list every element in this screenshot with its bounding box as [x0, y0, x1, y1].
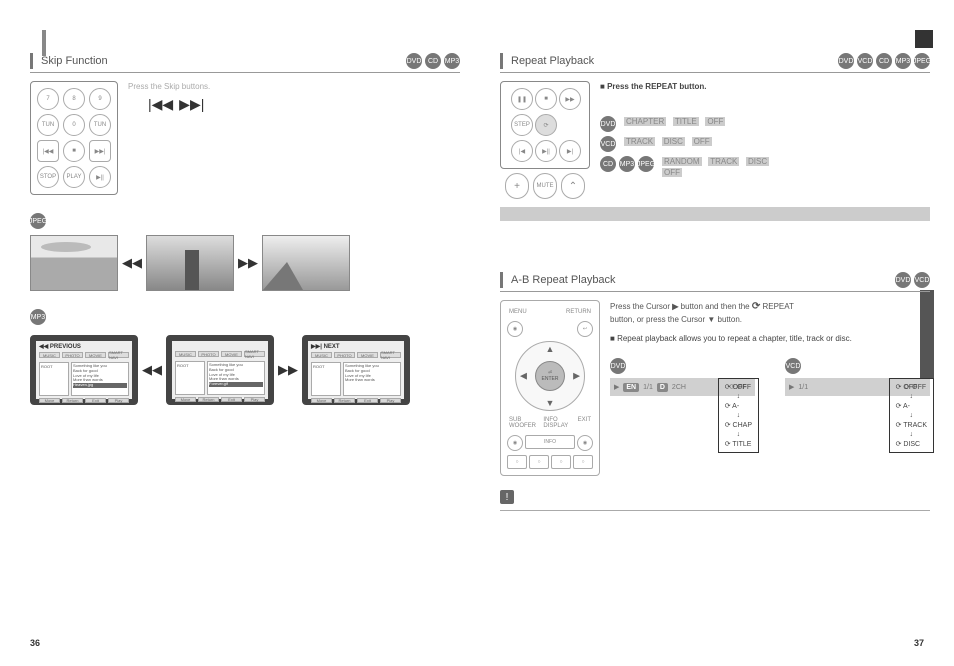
section-header-ab: A-B Repeat Playback DVD VCD [500, 269, 930, 292]
skip-row: 7 8 9 TUN 0 TUN |◀◀ ■ ▶▶| STOP PLAY ▶|| … [30, 81, 460, 195]
thumb-3 [262, 235, 350, 291]
dpad-up-icon[interactable]: ▲ [546, 344, 555, 354]
remote-prev[interactable]: |◀◀ [37, 140, 59, 162]
section-header-repeat: Repeat Playback DVD VCD CD MP3 JPEG [500, 50, 930, 73]
tab-movie: MOVIE [85, 352, 106, 358]
ch-up[interactable]: ⌃ [561, 173, 585, 199]
remote-next[interactable]: ▶▶| [89, 140, 111, 162]
remote-tune[interactable]: TUN [37, 114, 59, 136]
remote-step-r[interactable]: STEP [511, 114, 533, 136]
remote-play-r[interactable]: ▶|| [535, 140, 557, 162]
screen-strip: ◀◀ PREVIOUS MUSIC PHOTO MOVIE SMART NAVI… [30, 335, 460, 405]
tab-photo: PHOTO [62, 352, 83, 358]
badge-mp3-r: MP3 [895, 53, 911, 69]
remote-7[interactable]: 7 [37, 88, 59, 110]
badge-mp3: MP3 [444, 53, 460, 69]
remote-nav: MENURETURN ◉↩ ▲ ▼ ◀ ▶ ⏎ENTER SUB WOOFERI… [500, 300, 600, 476]
row-dvd: DVD [600, 116, 616, 132]
gray-divider [500, 207, 930, 221]
remote-stop[interactable]: STOP [37, 166, 59, 188]
return-btn[interactable]: ↩ [577, 321, 593, 337]
enter-btn[interactable]: ⏎ENTER [535, 361, 565, 391]
ab-step1: Press the Cursor ▶ button and then the ⟳… [610, 300, 930, 325]
folder-root: ROOT [39, 362, 69, 396]
flow-dvd-badge: DVD [610, 358, 626, 374]
subw-btn[interactable]: ◉ [507, 435, 523, 451]
disc-badges: DVD CD MP3 [406, 53, 460, 69]
menu-screen-prev: ◀◀ PREVIOUS MUSIC PHOTO MOVIE SMART NAVI… [30, 335, 138, 405]
remote-9[interactable]: 9 [89, 88, 111, 110]
dpad-left-icon[interactable]: ◀ [520, 371, 527, 382]
menu-btn[interactable]: ◉ [507, 321, 523, 337]
arrow-next-2: ▶▶ [278, 362, 298, 378]
badge-dvd-r: DVD [838, 53, 854, 69]
badge-vcd-r: VCD [857, 53, 873, 69]
badge-dvd: DVD [406, 53, 422, 69]
arrow-next-1: ▶▶ [238, 255, 258, 271]
thumb-1 [30, 235, 118, 291]
badge-mp3-note: MP3 [30, 309, 46, 325]
remote-tune2[interactable]: TUN [89, 114, 111, 136]
page-number-right: 37 [914, 638, 924, 648]
row-cd: CD [600, 156, 616, 172]
page-left: Skip Function DVD CD MP3 7 8 9 TUN 0 TUN… [30, 0, 460, 666]
vol-up[interactable]: + [505, 173, 529, 199]
flow-vcd-badge: VCD [785, 358, 801, 374]
mute[interactable]: MUTE [533, 173, 557, 199]
menu-screen-mid: MUSIC PHOTO MOVIE SMART NAVI ROOT Someth… [166, 335, 274, 405]
remote-stop-small[interactable]: ■ [63, 140, 85, 162]
remote-playback: ❚❚ ■ ▶▶ STEP ⟳ |◀ ▶|| ▶| [500, 81, 590, 169]
thumb-2 [146, 235, 234, 291]
remote-stop-r[interactable]: ■ [535, 88, 557, 110]
prev-label: ◀◀ PREVIOUS [36, 341, 132, 350]
file-list-2: Something like you Back for good Love of… [207, 361, 265, 395]
row-vcd: VCD [600, 136, 616, 152]
badge-jpeg-r: JPEG [914, 53, 930, 69]
skip-fwd-icon: ▶▶| [179, 96, 204, 113]
page-number-left: 36 [30, 638, 40, 648]
remote-pause[interactable]: ▶|| [89, 166, 111, 188]
remote-skip-b[interactable]: |◀ [511, 140, 533, 162]
ab-vcd: VCD [914, 272, 930, 288]
tab-navi: SMART NAVI [108, 352, 129, 358]
remote-0[interactable]: 0 [63, 114, 85, 136]
file-list-3: Something like you Back for good Love of… [343, 362, 401, 396]
info-btn[interactable]: INFO [525, 435, 575, 449]
next-label: ▶▶| NEXT [308, 341, 404, 350]
skip-back-icon: |◀◀ [148, 96, 173, 113]
dpad-right-icon[interactable]: ▶ [573, 371, 580, 382]
image-strip: ◀◀ ▶▶ [30, 235, 460, 291]
notice-icon: ! [500, 490, 514, 504]
ab-dvd: DVD [895, 272, 911, 288]
row-jpeg: JPEG [638, 156, 654, 172]
remote-skip-f[interactable]: ▶| [559, 140, 581, 162]
section-title: Skip Function [41, 55, 398, 67]
footer-line [500, 510, 930, 511]
badge-cd: CD [425, 53, 441, 69]
dpad-down-icon[interactable]: ▼ [546, 398, 555, 408]
remote-fast-r[interactable]: ▶▶ [559, 88, 581, 110]
remote-numeric: 7 8 9 TUN 0 TUN |◀◀ ■ ▶▶| STOP PLAY ▶|| [30, 81, 118, 195]
section-bar [30, 53, 33, 69]
dpad[interactable]: ▲ ▼ ◀ ▶ ⏎ENTER [515, 341, 585, 411]
section-header-skip: Skip Function DVD CD MP3 [30, 50, 460, 73]
menu-screen-next: ▶▶| NEXT MUSIC PHOTO MOVIE SMART NAVI RO… [302, 335, 410, 405]
tab-music: MUSIC [39, 352, 60, 358]
skip-instruction: Press the Skip buttons. [128, 81, 460, 92]
badge-jpeg-note: JPEG [30, 213, 46, 229]
badge-cd-r: CD [876, 53, 892, 69]
file-list-1: Something like you Back for good Love of… [71, 362, 129, 396]
remote-8[interactable]: 8 [63, 88, 85, 110]
remote-play[interactable]: PLAY [63, 166, 85, 188]
arrow-prev-1: ◀◀ [122, 255, 142, 271]
page-right: Repeat Playback DVD VCD CD MP3 JPEG ❚❚ ■… [500, 0, 930, 666]
remote-pause-r[interactable]: ❚❚ [511, 88, 533, 110]
remote-repeat[interactable]: ⟳ [535, 114, 557, 136]
arrow-prev-2: ◀◀ [142, 362, 162, 378]
exit-btn[interactable]: ◉ [577, 435, 593, 451]
row-mp3: MP3 [619, 156, 635, 172]
flow-vcd: ⟳ OFF ↓ ⟳ A- ↓ ⟳ TRACK ↓ ⟳ DISC [889, 378, 934, 453]
flow-dvd: ⟳ OFF ↓ ⟳ A- ↓ ⟳ CHAP ↓ ⟳ TITLE [718, 378, 759, 453]
